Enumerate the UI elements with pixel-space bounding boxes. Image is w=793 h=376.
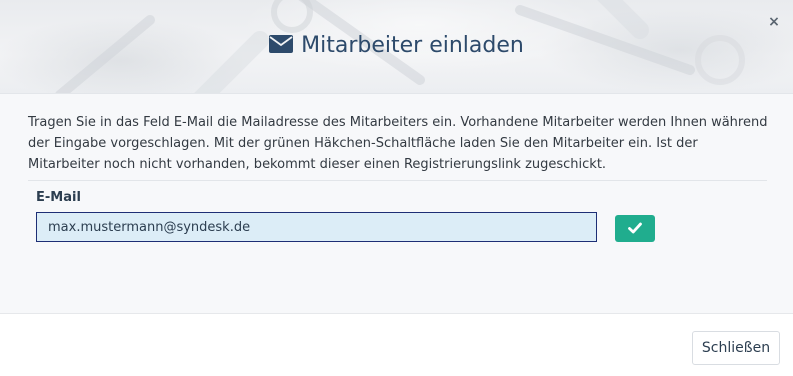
invite-submit-button[interactable] — [615, 215, 655, 242]
check-icon — [628, 222, 642, 234]
divider — [28, 180, 767, 181]
help-text: Tragen Sie in das Feld E-Mail die Mailad… — [28, 115, 768, 172]
email-input[interactable] — [36, 212, 597, 242]
close-button[interactable]: × — [765, 13, 783, 31]
modal-footer: Schließen — [0, 313, 793, 376]
dialog-title: Mitarbeiter einladen — [0, 30, 793, 62]
dialog-title-text: Mitarbeiter einladen — [301, 33, 524, 58]
modal-header: Mitarbeiter einladen × — [0, 0, 793, 94]
email-label: E-Mail — [36, 190, 81, 205]
modal-body: Tragen Sie in das Feld E-Mail die Mailad… — [0, 94, 793, 313]
invite-employee-dialog: Mitarbeiter einladen × Tragen Sie in das… — [0, 0, 793, 376]
envelope-icon — [269, 35, 294, 53]
close-footer-button[interactable]: Schließen — [692, 331, 780, 365]
